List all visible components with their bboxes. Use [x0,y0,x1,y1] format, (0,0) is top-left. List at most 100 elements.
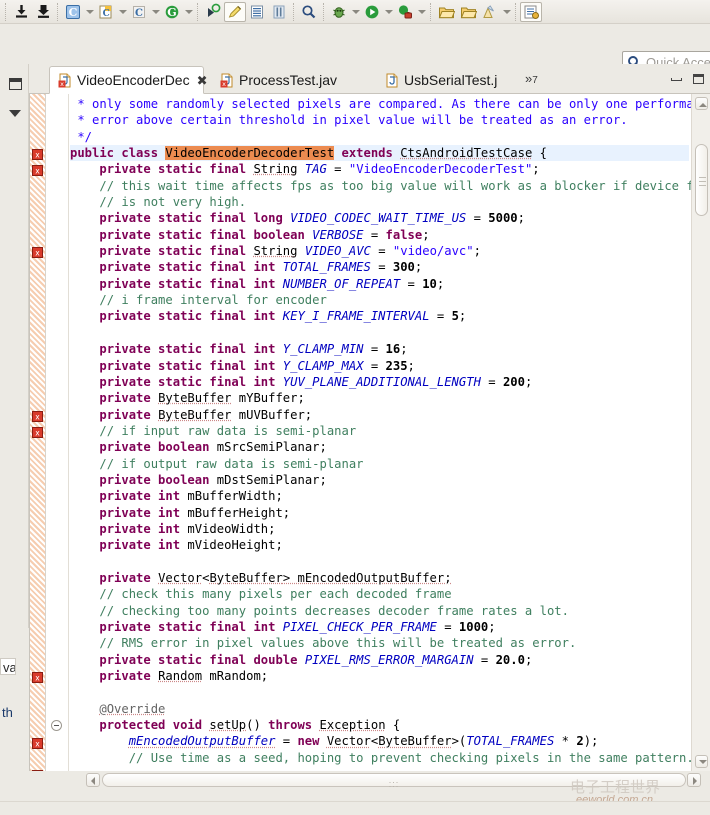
error-marker-icon[interactable]: x [32,425,43,438]
chevron-down-icon[interactable] [84,2,95,22]
horizontal-scroll-thumb[interactable]: ::: [102,773,686,789]
new-c-cpp-project-icon[interactable]: C [62,2,84,22]
editor-tab-process-test[interactable]: x ProcessTest.jav [212,66,352,94]
code-line: private static final long VIDEO_CODEC_WA… [99,211,525,226]
error-marker-icon[interactable]: x [32,736,43,749]
fold-collapse-icon[interactable] [51,720,62,732]
pencil-edit-icon[interactable] [224,1,246,22]
svg-text:x: x [35,412,40,421]
java-file-icon [385,73,399,88]
editor-vertical-scrollbar[interactable] [691,94,710,771]
outline-list-icon[interactable] [246,2,268,22]
code-line: private static final String VIDEO_AVC = … [99,244,481,259]
svg-text:x: x [35,674,40,683]
close-icon[interactable]: ✖ [197,74,208,87]
svg-text:x: x [35,167,40,176]
toolbar-separator [197,2,199,21]
toolbar-separator [293,2,295,21]
new-project-icon[interactable]: G [161,2,183,22]
search-icon[interactable] [298,2,320,22]
code-line: * error above certain threshold in pixel… [70,113,628,128]
editor-stack: x VideoEncoderDec ✖ x ProcessTest.jav Us… [29,64,710,801]
code-line: @Override [99,701,166,716]
maximize-editor-icon[interactable] [691,73,705,85]
open-folder-2-icon[interactable] [457,2,479,22]
run-external-tools-icon[interactable] [394,2,416,22]
quick-access-row: Quick Access [0,24,710,73]
android-avd-manager-icon[interactable] [520,1,542,22]
export-icon[interactable] [32,2,54,22]
error-marker-icon[interactable]: x [32,245,43,259]
error-marker-icon[interactable]: x [32,147,43,161]
view-sash[interactable] [18,628,29,814]
svg-text:x: x [35,150,40,159]
chevron-down-icon[interactable] [150,2,161,22]
code-line: // this wait time affects fps as too big… [99,178,709,193]
svg-text:x: x [35,739,40,748]
new-c-cpp-source-file-icon[interactable]: C [95,2,117,22]
toolbar-separator [515,2,517,21]
toolbar-separator [57,2,59,21]
code-line: private static final int Y_CLAMP_MIN = 1… [99,342,408,357]
open-type-icon[interactable] [202,2,224,22]
restore-view-icon[interactable] [6,75,24,93]
vertical-scroll-thumb[interactable] [695,144,708,216]
code-line: private static final String TAG = "Video… [99,162,540,177]
chevron-down-icon[interactable] [183,2,194,22]
new-c-cpp-class-icon[interactable]: C [128,2,150,22]
code-line: // if output raw data is semi-planar [99,456,364,471]
debug-bug-icon[interactable] [328,2,350,22]
code-line: private boolean mSrcSemiPlanar; [99,440,327,455]
java-editor[interactable]: xxxxxxxxxxx * only some randomly selecte… [29,94,710,771]
error-marker-icon[interactable]: x [32,409,43,422]
ruler-icon[interactable] [268,2,290,22]
minimize-editor-icon[interactable] [669,73,683,85]
code-line: private static final int PIXEL_CHECK_PER… [99,620,496,634]
status-bar [0,801,710,815]
minimize-view-icon[interactable] [6,104,24,122]
java-error-file-icon: x [220,73,234,88]
scroll-left-arrow-icon[interactable] [86,773,100,787]
scroll-up-arrow-icon[interactable] [695,97,708,110]
run-icon[interactable] [361,2,383,22]
code-line: mEncodedOutputBuffer = new Vector<ByteBu… [128,734,599,749]
chevron-down-icon[interactable] [501,2,512,22]
editor-horizontal-scrollbar[interactable]: ::: [86,772,701,789]
code-line: protected void setUp() throws Exception … [99,718,401,733]
error-marker-icon[interactable]: x [32,670,43,684]
chevron-down-icon[interactable] [350,2,361,22]
error-marker-icon[interactable]: x [32,768,43,771]
open-folder-icon[interactable] [435,2,457,22]
code-line: // if input raw data is semi-planar [99,423,357,438]
editor-folding-ruler[interactable] [47,94,69,771]
svg-text:x: x [222,80,226,88]
scroll-thumb-grip-icon: ::: [388,779,400,789]
code-line: private static final double PIXEL_RMS_ER… [99,652,533,667]
editor-tab-video-encoder-decoder-test[interactable]: x VideoEncoderDec ✖ [49,66,208,94]
svg-text:C: C [69,6,78,19]
chevron-down-icon[interactable] [383,2,394,22]
code-line: */ [70,129,93,144]
scroll-right-arrow-icon[interactable] [687,773,701,787]
chevron-down-icon[interactable] [117,2,128,22]
tab-overflow-chevron-icon[interactable]: » 7 [525,71,538,86]
import-icon[interactable] [10,2,32,22]
scroll-down-arrow-icon[interactable] [695,755,708,768]
editor-tab-bar: x VideoEncoderDec ✖ x ProcessTest.jav Us… [29,64,710,94]
code-line: private static final int Y_CLAMP_MAX = 2… [99,358,415,373]
error-marker-icon[interactable]: x [32,163,43,177]
code-line: private int mVideoHeight; [99,538,283,553]
editor-tab-usb-serial-test[interactable]: UsbSerialTest.j [377,66,512,94]
editor-marker-ruler[interactable]: xxxxxxxxxxx [30,94,46,771]
chevron-down-icon[interactable] [416,2,427,22]
svg-text:x: x [35,428,40,437]
editor-source-text[interactable]: * only some randomly selected pixels are… [70,94,710,771]
hidden-view-stub-a[interactable]: va [0,658,16,675]
svg-text:C: C [135,8,143,19]
code-line: // is not very high. [99,195,247,210]
hidden-view-stub-b[interactable]: th [0,704,16,723]
android-sdk-manager-icon[interactable] [479,2,501,22]
